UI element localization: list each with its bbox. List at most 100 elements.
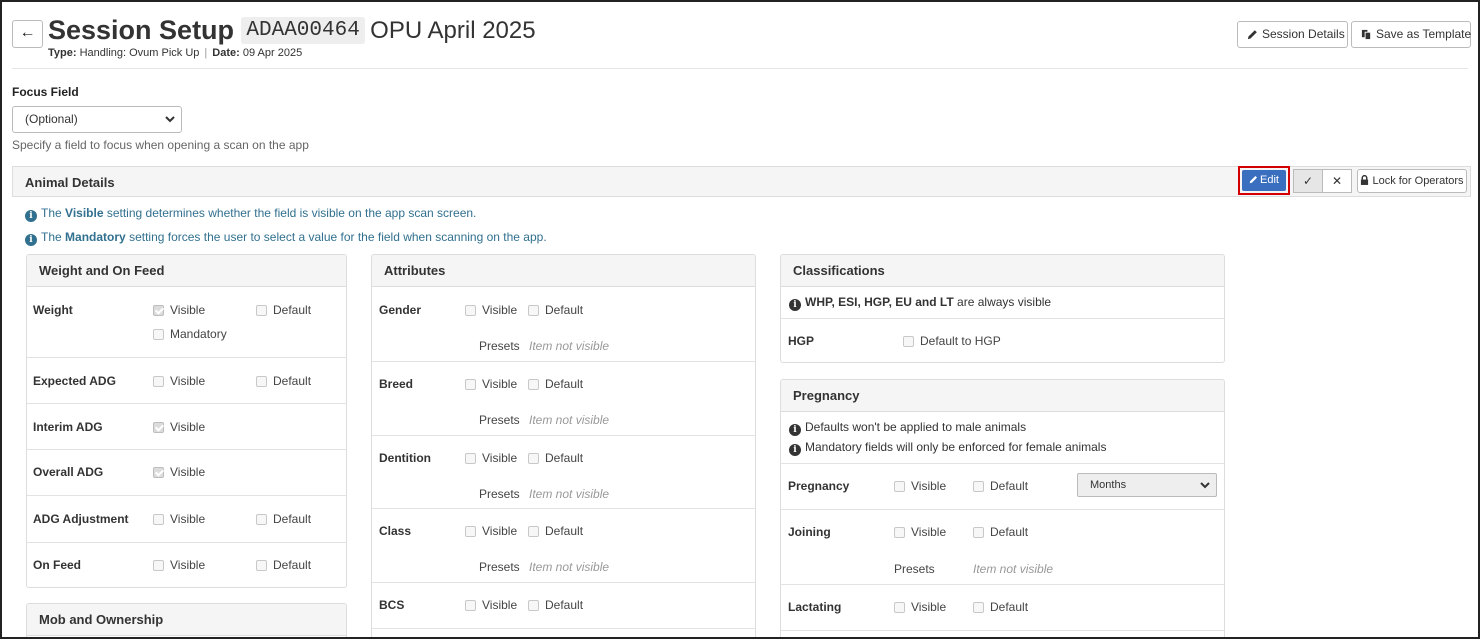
type-value: Handling: Ovum Pick Up [79, 47, 200, 59]
expected-adg-visible-checkbox[interactable]: Visible [153, 374, 205, 388]
breed-presets-label: Presets [479, 413, 520, 427]
pregnancy-default-label: Default [990, 479, 1029, 493]
visible-info-word: Visible [65, 206, 104, 220]
session-name: OPU April 2025 [370, 16, 536, 44]
joining-default-checkbox[interactable]: Default [973, 525, 1028, 539]
lactating-visible-checkbox[interactable]: Visible [894, 600, 946, 614]
gender-default-checkbox[interactable]: Default [528, 303, 583, 317]
edit-button[interactable]: Edit [1242, 170, 1286, 191]
visible-info-post: setting determines whether the field is … [106, 206, 477, 220]
row-divider [372, 508, 755, 509]
weight-mandatory-checkbox[interactable]: Mandatory [153, 327, 227, 341]
checkbox-box [894, 602, 905, 613]
weight-default-checkbox[interactable]: Default [256, 303, 311, 317]
gender-visible-label: Visible [482, 303, 518, 317]
expected-adg-default-checkbox[interactable]: Default [256, 374, 311, 388]
lactating-default-checkbox[interactable]: Default [973, 600, 1028, 614]
title-main: Session Setup [48, 15, 235, 45]
class-visible-checkbox[interactable]: Visible [465, 524, 517, 538]
bcs-visible-checkbox[interactable]: Visible [465, 598, 517, 612]
info-icon: i [25, 234, 37, 246]
visible-info-pre: The [41, 206, 62, 220]
row-divider [781, 584, 1224, 585]
class-label: Class [379, 524, 412, 538]
cancel-button[interactable]: ✕ [1322, 169, 1352, 193]
classifications-card: Classifications i WHP, ESI, HGP, EU and L… [780, 254, 1225, 363]
checkbox-box [256, 305, 267, 316]
checkbox-box [973, 527, 984, 538]
weight-mandatory-label: Mandatory [170, 327, 227, 341]
joining-presets-label: Presets [894, 562, 935, 576]
row-divider [372, 435, 755, 436]
session-details-button[interactable]: Session Details [1237, 21, 1348, 48]
save-template-button[interactable]: Save as Template [1351, 21, 1471, 48]
pregnancy-note-2: i Mandatory fields will only be enforced … [789, 440, 1106, 456]
checkbox-box [528, 379, 539, 390]
checkbox-box [528, 453, 539, 464]
joining-visible-checkbox[interactable]: Visible [894, 525, 946, 539]
session-details-label: Session Details [1262, 27, 1345, 41]
expected-adg-label: Expected ADG [33, 374, 116, 388]
checkbox-box [465, 453, 476, 464]
adg-adjustment-default-checkbox[interactable]: Default [256, 512, 311, 526]
on-feed-default-checkbox[interactable]: Default [256, 558, 311, 572]
app-window: ← Session Setup ADAA00464 OPU April 2025… [0, 0, 1480, 639]
adg-adjustment-visible-checkbox[interactable]: Visible [153, 512, 205, 526]
pregnancy-note-1: i Defaults won't be applied to male anima… [789, 420, 1026, 436]
session-meta: Type: Handling: Ovum Pick Up | Date: 09 Ap… [48, 47, 302, 59]
date-label: Date: [212, 47, 240, 59]
pregnancy-default-checkbox[interactable]: Default [973, 479, 1028, 493]
mandatory-info-pre: The [41, 230, 62, 244]
joining-presets-value: Item not visible [973, 562, 1054, 576]
info-icon: i [789, 424, 801, 436]
confirm-button[interactable]: ✓ [1293, 169, 1323, 193]
pregnancy-visible-checkbox[interactable]: Visible [894, 479, 946, 493]
bcs-label: BCS [379, 598, 405, 612]
interim-adg-label: Interim ADG [33, 420, 103, 434]
weight-visible-checkbox[interactable]: Visible [153, 303, 205, 317]
checkbox-box [153, 376, 164, 387]
back-button[interactable]: ← [12, 20, 43, 48]
dentition-visible-label: Visible [482, 451, 518, 465]
lock-label: Lock for Operators [1372, 175, 1464, 187]
checkbox-box [153, 422, 164, 433]
bcs-default-checkbox[interactable]: Default [528, 598, 583, 612]
weight-default-label: Default [273, 303, 312, 317]
weight-visible-label: Visible [170, 303, 206, 317]
row-divider [372, 628, 755, 629]
lock-for-operators-button[interactable]: Lock for Operators [1357, 169, 1467, 193]
pregnancy-unit-select[interactable]: Months [1077, 473, 1217, 497]
attributes-card: Attributes Gender Visible Default Preset… [371, 254, 756, 637]
dentition-default-checkbox[interactable]: Default [528, 451, 583, 465]
pregnancy-visible-label: Visible [911, 479, 947, 493]
breed-presets-value: Item not visible [529, 413, 610, 427]
info-icon: i [25, 210, 37, 222]
close-icon: ✕ [1331, 174, 1343, 188]
breed-label: Breed [379, 377, 414, 391]
meta-divider: | [204, 47, 208, 59]
interim-adg-visible-checkbox[interactable]: Visible [153, 420, 205, 434]
gender-label: Gender [379, 303, 422, 317]
class-visible-label: Visible [482, 524, 518, 538]
hgp-default-checkbox[interactable]: Default to HGP [903, 334, 1001, 348]
on-feed-visible-label: Visible [170, 558, 206, 572]
animal-details-title: Animal Details [25, 175, 115, 190]
joining-visible-label: Visible [911, 525, 947, 539]
breed-visible-checkbox[interactable]: Visible [465, 377, 517, 391]
joining-default-label: Default [990, 525, 1029, 539]
on-feed-visible-checkbox[interactable]: Visible [153, 558, 205, 572]
gender-visible-checkbox[interactable]: Visible [465, 303, 517, 317]
breed-default-checkbox[interactable]: Default [528, 377, 583, 391]
overall-adg-visible-label: Visible [170, 465, 206, 479]
overall-adg-visible-checkbox[interactable]: Visible [153, 465, 205, 479]
checkbox-box [973, 481, 984, 492]
mob-ownership-title: Mob and Ownership [27, 604, 346, 636]
dentition-default-label: Default [545, 451, 584, 465]
class-default-checkbox[interactable]: Default [528, 524, 583, 538]
save-template-label: Save as Template [1376, 27, 1472, 41]
dentition-visible-checkbox[interactable]: Visible [465, 451, 517, 465]
class-default-label: Default [545, 524, 584, 538]
pencil-icon [1249, 175, 1258, 184]
classifications-title: Classifications [781, 255, 1224, 287]
focus-field-select[interactable]: (Optional) [12, 106, 182, 133]
